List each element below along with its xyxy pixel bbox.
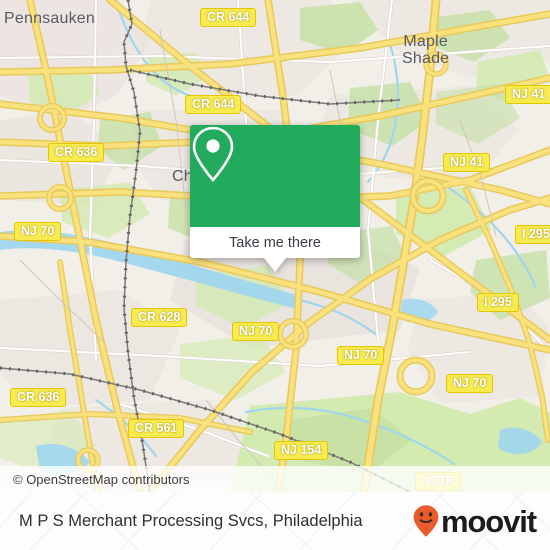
map-attribution: © OpenStreetMap contributors [0,466,550,492]
highway-shield-i-295[interactable]: I 295 [477,293,519,312]
callout-header [190,125,360,227]
highway-shield-cr-644-north[interactable]: CR 644 [200,8,257,27]
highway-shield-cr-628[interactable]: CR 628 [131,308,188,327]
highway-shield-i-295-north[interactable]: I 295 [515,225,550,244]
highway-shield-cr-636-north[interactable]: CR 636 [48,143,105,162]
highway-shield-cr-644[interactable]: CR 644 [185,95,242,114]
page-title: M P S Merchant Processing Svcs, Philadel… [19,511,363,530]
highway-shield-nj-70-west[interactable]: NJ 70 [14,222,62,241]
highway-shield-nj-70-east[interactable]: NJ 70 [337,346,385,365]
highway-shield-nj-41[interactable]: NJ 41 [443,153,491,172]
highway-shield-nj-70-far-east[interactable]: NJ 70 [446,374,494,393]
moovit-wordmark: moovit [440,503,537,539]
take-me-there-button[interactable]: Take me there [190,227,360,258]
place-label-pennsauken: Pennsauken [4,10,95,27]
take-me-there-label: Take me there [229,234,321,251]
highway-shield-nj-154[interactable]: NJ 154 [274,441,329,460]
map-canvas[interactable]: .res { fill:#e9e2dd; } .park { fill:#cfe… [0,0,550,492]
highway-shield-nj-41-east[interactable]: NJ 41 [505,85,550,104]
callout-pointer [264,258,286,272]
highway-shield-nj-70-mid[interactable]: NJ 70 [232,322,280,341]
attribution-text[interactable]: © OpenStreetMap contributors [0,472,190,487]
location-callout-card[interactable]: Take me there [190,125,360,272]
highway-shield-cr-636[interactable]: CR 636 [10,388,67,407]
place-label-maple-shade: Maple Shade [402,33,450,67]
map-screenshot: .res { fill:#e9e2dd; } .park { fill:#cfe… [0,0,550,550]
moovit-logo[interactable]: moovit [412,492,537,550]
highway-shield-cr-561[interactable]: CR 561 [128,419,185,438]
map-pin-icon [192,126,234,182]
moovit-smiley-pin-icon [413,505,439,537]
footer-bar: M P S Merchant Processing Svcs, Philadel… [0,492,550,550]
